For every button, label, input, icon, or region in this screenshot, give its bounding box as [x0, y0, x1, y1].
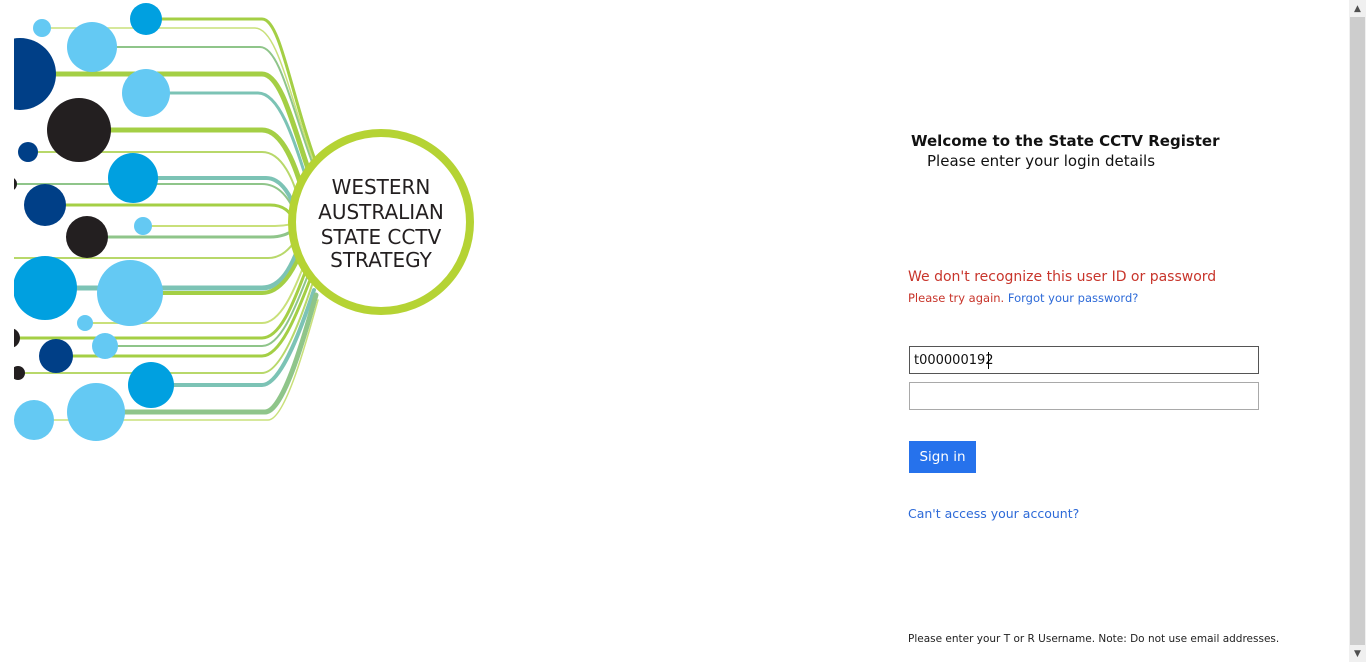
logo-text-line2: AUSTRALIAN	[318, 200, 444, 224]
welcome-subtitle: Please enter your login details	[927, 152, 1156, 170]
wa-cctv-strategy-logo: WESTERN AUSTRALIAN STATE CCTV STRATEGY	[0, 0, 474, 450]
scrollbar-thumb[interactable]	[1350, 17, 1365, 645]
username-input[interactable]	[909, 346, 1259, 374]
sign-in-button[interactable]: Sign in	[909, 441, 976, 473]
text-caret	[988, 352, 989, 369]
username-note: Please enter your T or R Username. Note:…	[908, 633, 1280, 645]
error-message-title: We don't recognize this user ID or passw…	[908, 269, 1217, 285]
error-message-detail: Please try again. Forgot your password?	[908, 291, 1138, 305]
forgot-password-link[interactable]: Forgot your password?	[1008, 291, 1138, 305]
scroll-up-arrow-icon[interactable]: ▲	[1349, 0, 1366, 17]
logo-text-line1: WESTERN	[332, 175, 431, 199]
vertical-scrollbar[interactable]: ▲ ▼	[1349, 0, 1366, 662]
password-input[interactable]	[909, 382, 1259, 410]
cant-access-account-link[interactable]: Can't access your account?	[908, 506, 1079, 521]
welcome-title: Welcome to the State CCTV Register	[911, 132, 1220, 150]
scroll-down-arrow-icon[interactable]: ▼	[1349, 645, 1366, 662]
logo-text-line3: STATE CCTV	[321, 225, 442, 249]
cant-access-account: Can't access your account?	[908, 506, 1079, 521]
logo-text-line4: STRATEGY	[330, 248, 432, 272]
try-again-text: Please try again.	[908, 291, 1005, 305]
